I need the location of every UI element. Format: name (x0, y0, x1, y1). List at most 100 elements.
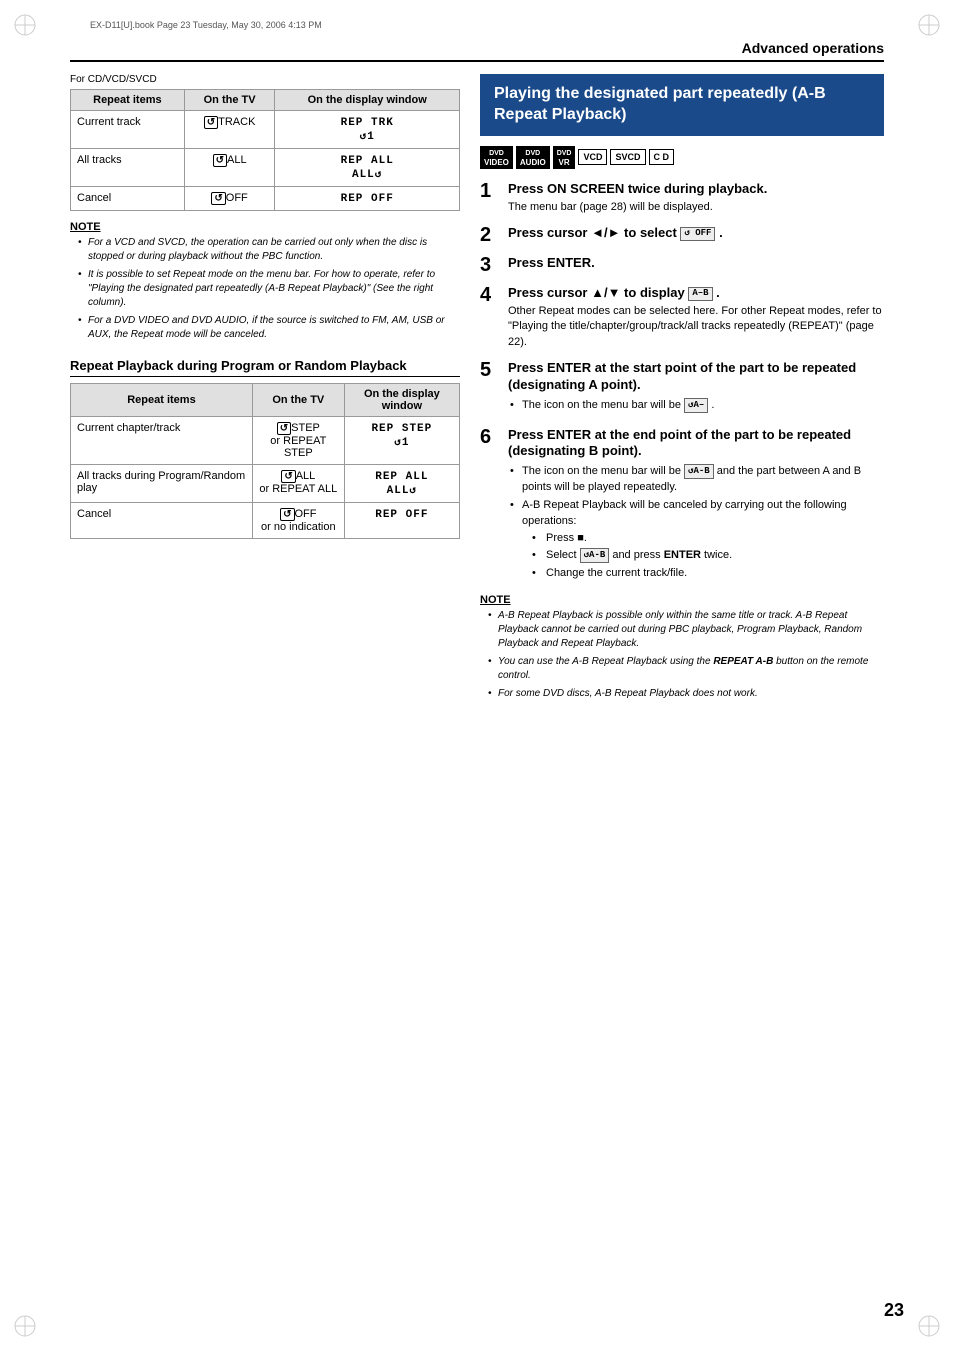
prog-table-header-1: Repeat items (71, 384, 253, 417)
badge-svcd: SVCD (610, 149, 645, 165)
badge-dvd-audio: DVDAUDIO (516, 146, 550, 169)
display-text: REP STEP↺1 (371, 423, 432, 449)
prog-row3-item: Cancel (71, 503, 253, 539)
ab-icon: A–B (688, 287, 712, 301)
tv-icon: ↺ (213, 154, 227, 167)
cd-row2-display: REP ALLALL↺ (275, 149, 460, 187)
bold-text: REPEAT A-B (713, 656, 773, 667)
step-6-bullets: The icon on the menu bar will be ↺A-B an… (508, 464, 884, 581)
step-2-number: 2 (480, 225, 500, 245)
step-4-content: Press cursor ▲/▼ to display A–B . Other … (508, 285, 884, 350)
display-text: REP OFF (341, 193, 394, 205)
display-text: REP ALLALL↺ (341, 155, 394, 181)
cd-row1-display: REP TRK↺1 (275, 111, 460, 149)
table-row: Cancel ↺OFF REP OFF (71, 187, 460, 211)
step-2-content: Press cursor ◄/► to select ↺ OFF . (508, 225, 884, 242)
bullet-item: The icon on the menu bar will be ↺A– . (508, 398, 884, 414)
page-header: Advanced operations (70, 40, 884, 62)
badge-dvd-video: DVDVIDEO (480, 146, 513, 169)
cd-section-label: For CD/VCD/SVCD (70, 74, 460, 85)
note-item: It is possible to set Repeat mode on the… (78, 268, 460, 310)
page-header-title: Advanced operations (742, 40, 884, 56)
subsection-title: Repeat Playback during Program or Random… (70, 358, 460, 377)
step-1-heading: Press ON SCREEN twice during playback. (508, 181, 884, 198)
display-text: REP ALLALL↺ (375, 471, 428, 497)
step-3: 3 Press ENTER. (480, 255, 884, 275)
right-note-title: NOTE (480, 594, 884, 606)
left-column: For CD/VCD/SVCD Repeat items On the TV O… (70, 74, 460, 705)
note-item: For a VCD and SVCD, the operation can be… (78, 236, 460, 264)
cd-table: Repeat items On the TV On the display wi… (70, 89, 460, 211)
step-3-content: Press ENTER. (508, 255, 884, 272)
table-row: Current track ↺TRACK REP TRK↺1 (71, 111, 460, 149)
cd-row1-tv: ↺TRACK (184, 111, 275, 149)
cd-table-header-2: On the TV (184, 90, 275, 111)
cd-note-section: NOTE For a VCD and SVCD, the operation c… (70, 221, 460, 342)
badge-dvd-vr: DVDVR (553, 146, 576, 169)
cd-row2-item: All tracks (71, 149, 185, 187)
stop-symbol: ■ (577, 532, 584, 544)
section-title-box: Playing the designated part repeatedly (… (480, 74, 884, 136)
step-1-content: Press ON SCREEN twice during playback. T… (508, 181, 884, 215)
note-item: For some DVD discs, A-B Repeat Playback … (488, 687, 884, 701)
tv-icon: ↺ (204, 116, 218, 129)
cd-row3-item: Cancel (71, 187, 185, 211)
display-text: REP OFF (375, 509, 428, 521)
prog-row2-display: REP ALLALL↺ (344, 465, 459, 503)
prog-row1-item: Current chapter/track (71, 417, 253, 465)
note-item: For a DVD VIDEO and DVD AUDIO, if the so… (78, 314, 460, 342)
bullet-item: The icon on the menu bar will be ↺A-B an… (508, 464, 884, 495)
step-5-number: 5 (480, 360, 500, 380)
prog-table-header-3: On the display window (344, 384, 459, 417)
step-5-content: Press ENTER at the start point of the pa… (508, 360, 884, 416)
step-6-number: 6 (480, 427, 500, 447)
content-area: For CD/VCD/SVCD Repeat items On the TV O… (70, 74, 884, 705)
prog-row2-item: All tracks during Program/Random play (71, 465, 253, 503)
tv-icon: ↺ (277, 422, 291, 435)
table-row: All tracks ↺ALL REP ALLALL↺ (71, 149, 460, 187)
right-column: Playing the designated part repeatedly (… (480, 74, 884, 705)
step-5-bullets: The icon on the menu bar will be ↺A– . (508, 398, 884, 414)
step-2-heading: Press cursor ◄/► to select ↺ OFF . (508, 225, 884, 242)
right-note-list: A-B Repeat Playback is possible only wit… (480, 609, 884, 701)
step-6: 6 Press ENTER at the end point of the pa… (480, 427, 884, 585)
badge-vcd: VCD (578, 149, 607, 165)
step-5: 5 Press ENTER at the start point of the … (480, 360, 884, 416)
step-4-sub: Other Repeat modes can be selected here.… (508, 304, 884, 350)
step-1-number: 1 (480, 181, 500, 201)
program-table: Repeat items On the TV On the display wi… (70, 383, 460, 539)
step-6-heading: Press ENTER at the end point of the part… (508, 427, 884, 461)
step-4-number: 4 (480, 285, 500, 305)
prog-row1-tv: ↺STEPor REPEAT STEP (252, 417, 344, 465)
sub-bullet-item: Press ■. (532, 531, 884, 546)
step-6-content: Press ENTER at the end point of the part… (508, 427, 884, 585)
format-badges: DVDVIDEO DVDAUDIO DVDVR VCD SVCD C D (480, 146, 884, 169)
tv-icon: ↺ (211, 192, 225, 205)
step-1: 1 Press ON SCREEN twice during playback.… (480, 181, 884, 215)
cd-row3-display: REP OFF (275, 187, 460, 211)
table-row: All tracks during Program/Random play ↺A… (71, 465, 460, 503)
off-icon: ↺ OFF (680, 227, 715, 241)
step-1-sub: The menu bar (page 28) will be displayed… (508, 200, 884, 215)
note-item: You can use the A-B Repeat Playback usin… (488, 655, 884, 683)
file-info: EX-D11[U].book Page 23 Tuesday, May 30, … (90, 20, 924, 30)
note-item: A-B Repeat Playback is possible only wit… (488, 609, 884, 651)
prog-row2-tv: ↺ALLor REPEAT ALL (252, 465, 344, 503)
page-number: 23 (884, 1300, 904, 1321)
sub-bullet-item: Select ↺A-B and press ENTER twice. (532, 548, 884, 564)
select-ab-icon: ↺A-B (580, 548, 610, 563)
table-row: Current chapter/track ↺STEPor REPEAT STE… (71, 417, 460, 465)
cd-row3-tv: ↺OFF (184, 187, 275, 211)
step-3-heading: Press ENTER. (508, 255, 884, 272)
step-3-number: 3 (480, 255, 500, 275)
cd-note-title: NOTE (70, 221, 460, 233)
step-5-heading: Press ENTER at the start point of the pa… (508, 360, 884, 394)
steps-container: 1 Press ON SCREEN twice during playback.… (480, 181, 884, 585)
display-text: REP TRK↺1 (341, 117, 394, 143)
sub-bullet-item: Change the current track/file. (532, 566, 884, 581)
step-2: 2 Press cursor ◄/► to select ↺ OFF . (480, 225, 884, 245)
prog-row1-display: REP STEP↺1 (344, 417, 459, 465)
prog-row3-tv: ↺OFFor no indication (252, 503, 344, 539)
right-note-section: NOTE A-B Repeat Playback is possible onl… (480, 594, 884, 701)
cd-row2-tv: ↺ALL (184, 149, 275, 187)
